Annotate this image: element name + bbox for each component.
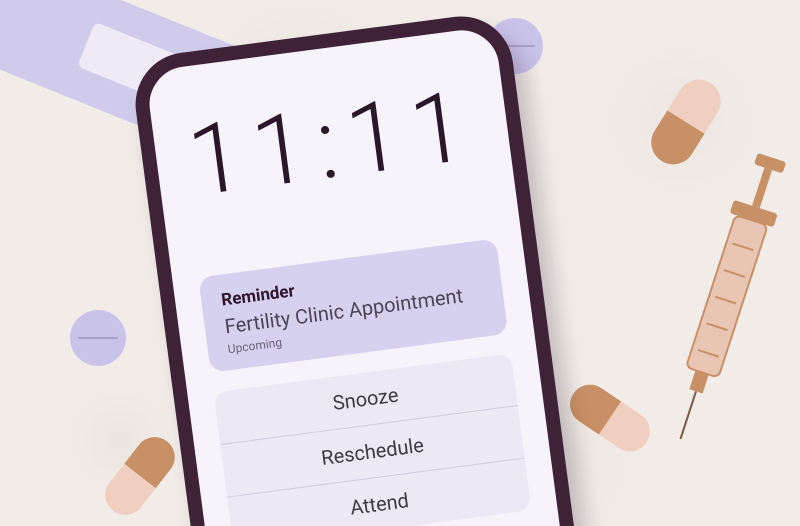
reminder-actions: Snooze Reschedule Attend: [213, 353, 531, 526]
phone-screen: 11:11 Reminder Fertility Clinic Appointm…: [145, 26, 579, 526]
reminder-card[interactable]: Reminder Fertility Clinic Appointment Up…: [198, 238, 508, 372]
pill-tablet-icon: [70, 310, 126, 366]
lock-screen-clock: 11:11: [176, 67, 488, 220]
